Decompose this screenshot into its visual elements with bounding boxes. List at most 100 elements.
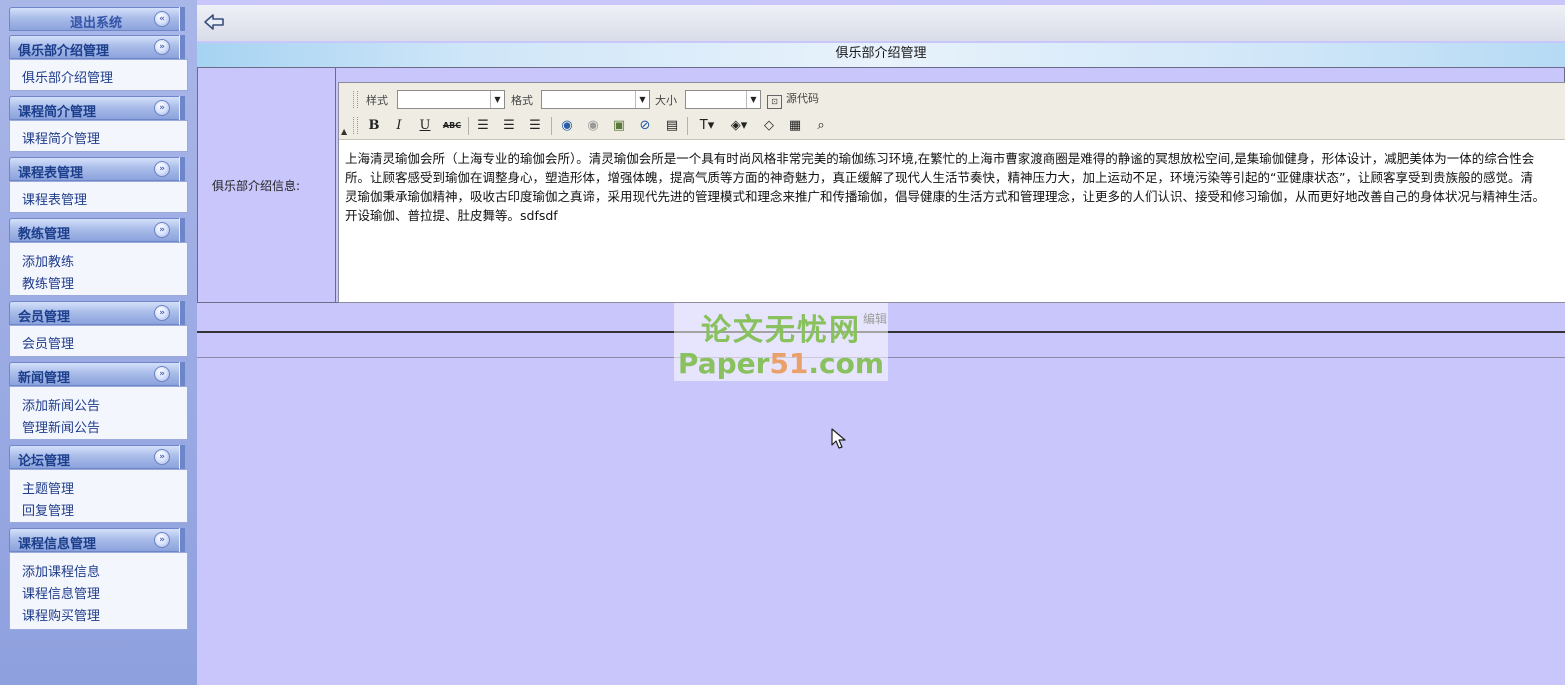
text-color-icon[interactable]: T▾ xyxy=(693,116,721,136)
group-header-schedule[interactable]: 课程表管理 » xyxy=(9,157,185,181)
collapse-icon[interactable]: » xyxy=(154,222,170,238)
top-bar xyxy=(197,5,1565,41)
watermark-text: .com xyxy=(808,347,885,380)
group-header-news[interactable]: 新闻管理 » xyxy=(9,362,185,386)
header-edge xyxy=(179,445,185,469)
format-label: 格式 xyxy=(511,94,533,107)
insert-image-icon[interactable]: ▣ xyxy=(609,116,629,136)
group-title: 会员管理 xyxy=(18,310,71,325)
collapse-icon[interactable]: » xyxy=(154,100,170,116)
group-header-club-intro[interactable]: 俱乐部介绍管理 » xyxy=(9,35,185,59)
collapse-icon[interactable]: » xyxy=(154,366,170,382)
group-body-member: 会员管理 xyxy=(9,325,188,357)
group-body-forum: 主题管理 回复管理 xyxy=(9,469,188,523)
dropdown-arrow-icon[interactable]: ▼ xyxy=(490,91,504,108)
back-arrow-icon[interactable] xyxy=(203,12,225,32)
sidebar-item-schedule-manage[interactable]: 课程表管理 xyxy=(22,189,87,208)
dropdown-arrow-icon[interactable]: ▼ xyxy=(746,91,760,108)
watermark-text: 51 xyxy=(769,347,809,380)
header-edge xyxy=(179,528,185,552)
header-edge xyxy=(179,301,185,325)
group-body-schedule: 课程表管理 xyxy=(9,181,188,213)
group-header-member[interactable]: 会员管理 » xyxy=(9,301,185,325)
group-body-news: 添加新闻公告 管理新闻公告 xyxy=(9,386,188,440)
sidebar-item-add-news[interactable]: 添加新闻公告 xyxy=(22,395,100,414)
page-title: 俱乐部介绍管理 xyxy=(197,43,1565,67)
toolbar-collapse-icon[interactable]: ▲ xyxy=(341,127,347,136)
sidebar: 退出系统 « 俱乐部介绍管理 » 俱乐部介绍管理 课程简介管理 » 课程简介管理… xyxy=(0,0,197,685)
header-edge xyxy=(179,362,185,386)
eraser-icon[interactable]: ◇ xyxy=(759,116,779,136)
sidebar-item-news-manage[interactable]: 管理新闻公告 xyxy=(22,417,100,436)
group-title: 课程信息管理 xyxy=(18,537,97,552)
sidebar-item-course-info-manage[interactable]: 课程信息管理 xyxy=(22,583,100,602)
sidebar-item-club-intro-manage[interactable]: 俱乐部介绍管理 xyxy=(22,67,113,86)
header-edge xyxy=(179,7,185,31)
style-select[interactable]: ▼ xyxy=(397,90,505,109)
style-label: 样式 xyxy=(366,94,388,107)
dropdown-arrow-icon[interactable]: ▼ xyxy=(635,91,649,108)
source-code-label: 源代码 xyxy=(786,92,819,105)
group-header-course-info[interactable]: 课程信息管理 » xyxy=(9,528,185,552)
watermark-text: Paper xyxy=(677,347,770,380)
watermark-line1: 论文无忧网 xyxy=(701,313,861,348)
collapse-icon[interactable]: » xyxy=(154,532,170,548)
preview-icon[interactable]: ⌕ xyxy=(811,116,831,136)
align-left-icon[interactable]: ☰ xyxy=(473,116,493,136)
toolbar-grip[interactable] xyxy=(353,117,358,134)
header-edge xyxy=(179,35,185,59)
group-body-course-intro: 课程简介管理 xyxy=(9,120,188,152)
group-title: 课程表管理 xyxy=(18,166,84,181)
source-code-button[interactable]: ⊡ 源代码 xyxy=(767,90,819,109)
italic-icon[interactable]: I xyxy=(389,116,409,136)
sidebar-item-course-intro-manage[interactable]: 课程简介管理 xyxy=(22,128,100,147)
collapse-icon[interactable]: » xyxy=(154,39,170,55)
collapse-icon[interactable]: » xyxy=(154,161,170,177)
header-edge xyxy=(179,157,185,181)
header-edge xyxy=(179,96,185,120)
size-label: 大小 xyxy=(655,94,677,107)
sidebar-item-course-purchase-manage[interactable]: 课程购买管理 xyxy=(22,605,100,624)
sidebar-item-add-course-info[interactable]: 添加课程信息 xyxy=(22,561,100,580)
insert-table-icon[interactable]: ▤ xyxy=(662,116,682,136)
unlink-icon[interactable]: ◉ xyxy=(583,116,603,136)
collapse-icon[interactable]: » xyxy=(154,305,170,321)
toolbar-separator xyxy=(551,117,552,135)
sidebar-item-topic-manage[interactable]: 主题管理 xyxy=(22,478,74,497)
logout-header[interactable]: 退出系统 « xyxy=(9,7,185,31)
group-body-course-info: 添加课程信息 课程信息管理 课程购买管理 xyxy=(9,552,188,630)
underline-icon[interactable]: U xyxy=(415,116,435,136)
format-select[interactable]: ▼ xyxy=(541,90,650,109)
field-label-cell: 俱乐部介绍信息: xyxy=(198,68,336,302)
logout-label[interactable]: 退出系统 xyxy=(70,12,122,31)
sidebar-item-add-coach[interactable]: 添加教练 xyxy=(22,251,74,270)
strikethrough-icon[interactable]: ABC xyxy=(442,116,462,136)
editor-content[interactable]: 上海清灵瑜伽会所（上海专业的瑜伽会所）。清灵瑜伽会所是一个具有时尚风格非常完美的… xyxy=(345,149,1545,225)
align-right-icon[interactable]: ☰ xyxy=(525,116,545,136)
group-header-forum[interactable]: 论坛管理 » xyxy=(9,445,185,469)
bold-icon[interactable]: B xyxy=(364,116,384,136)
header-edge xyxy=(179,218,185,242)
background-color-icon[interactable]: ◈▾ xyxy=(725,116,753,136)
size-select[interactable]: ▼ xyxy=(685,90,761,109)
form-row: 俱乐部介绍信息: ▲ 样式 ▼ 格式 ▼ 大小 ▼ ⊡ 源代码 B I U ABC… xyxy=(197,67,1565,303)
watermark-logo: 论文无忧网 Paper51.com xyxy=(674,303,888,381)
toolbar-grip[interactable] xyxy=(353,91,358,108)
source-code-icon: ⊡ xyxy=(767,95,782,109)
sidebar-item-reply-manage[interactable]: 回复管理 xyxy=(22,500,74,519)
sidebar-item-coach-manage[interactable]: 教练管理 xyxy=(22,273,74,292)
sidebar-item-member-manage[interactable]: 会员管理 xyxy=(22,333,74,352)
rich-text-editor[interactable]: ▲ 样式 ▼ 格式 ▼ 大小 ▼ ⊡ 源代码 B I U ABC ☰ ☰ ☰ ◉ … xyxy=(338,82,1565,303)
logout-icon[interactable]: « xyxy=(154,11,170,27)
toolbar-separator xyxy=(687,117,688,135)
group-title: 新闻管理 xyxy=(18,371,71,386)
insert-link-icon[interactable]: ◉ xyxy=(557,116,577,136)
select-all-icon[interactable]: ▦ xyxy=(785,116,805,136)
field-label: 俱乐部介绍信息: xyxy=(212,179,301,193)
insert-flash-icon[interactable]: ⊘ xyxy=(635,116,655,136)
group-header-course-intro[interactable]: 课程简介管理 » xyxy=(9,96,185,120)
align-center-icon[interactable]: ☰ xyxy=(499,116,519,136)
group-header-coach[interactable]: 教练管理 » xyxy=(9,218,185,242)
collapse-icon[interactable]: » xyxy=(154,449,170,465)
group-body-club-intro: 俱乐部介绍管理 xyxy=(9,59,188,91)
